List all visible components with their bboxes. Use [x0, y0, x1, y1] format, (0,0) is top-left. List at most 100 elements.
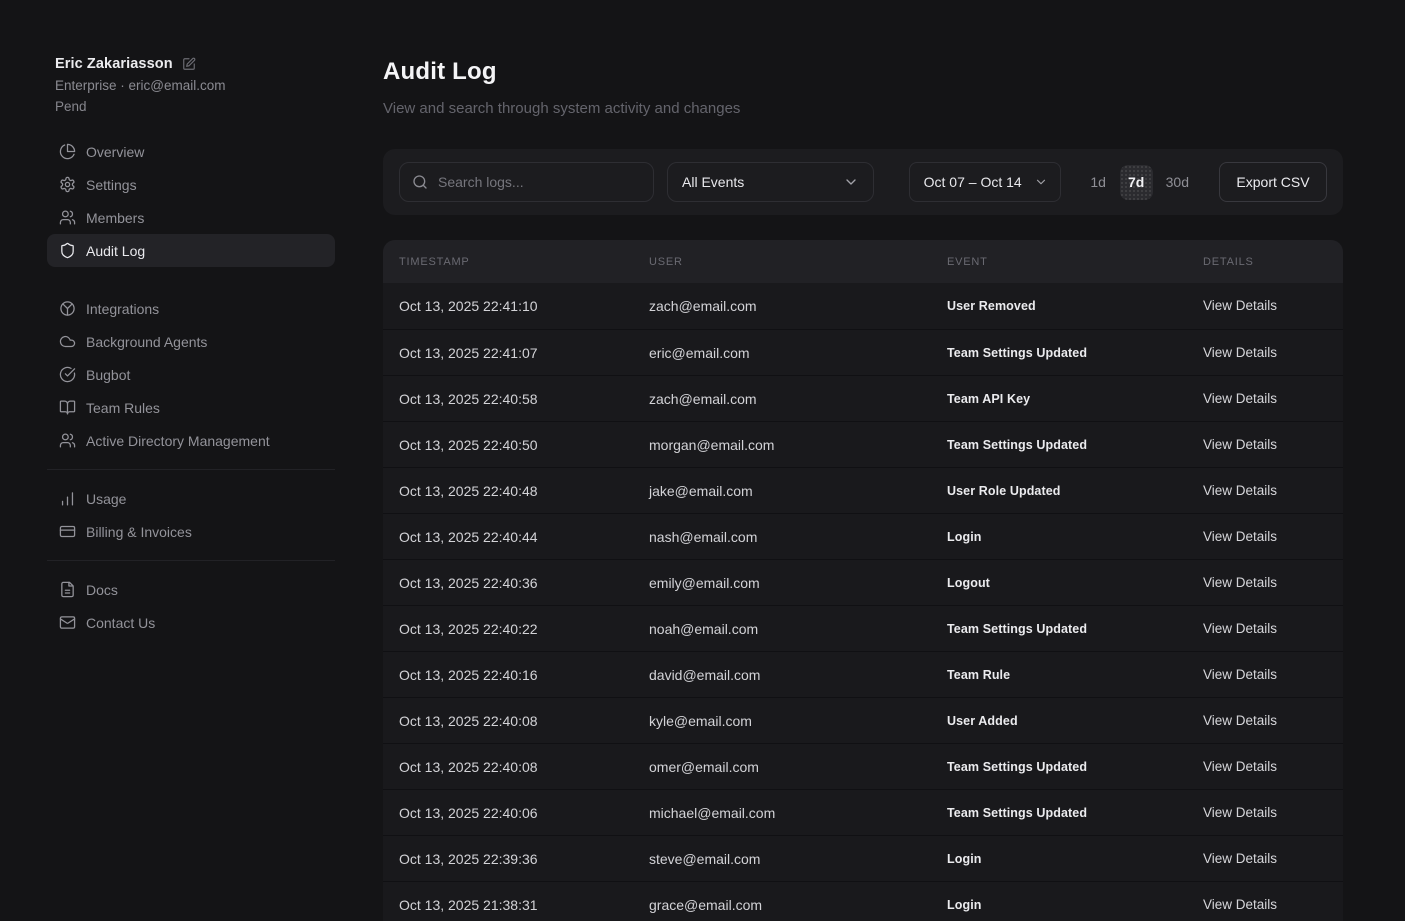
sidebar-item-audit-log[interactable]: Audit Log: [47, 234, 335, 267]
page-subtitle: View and search through system activity …: [383, 100, 1343, 118]
table-row: Oct 13, 2025 22:40:06 michael@email.com …: [383, 789, 1343, 835]
user-cell: zach@email.com: [649, 391, 947, 407]
details-cell: View Details: [1203, 850, 1343, 868]
date-range-select[interactable]: Oct 07 – Oct 14: [909, 162, 1061, 202]
table-row: Oct 13, 2025 22:41:10 zach@email.com Use…: [383, 283, 1343, 329]
view-details-link[interactable]: View Details: [1203, 851, 1277, 866]
edit-icon[interactable]: [182, 57, 196, 71]
nav-primary: Overview Settings Members Audit Log: [47, 135, 335, 267]
sphere-icon: [59, 300, 76, 317]
gear-icon: [59, 176, 76, 193]
view-details-link[interactable]: View Details: [1203, 391, 1277, 406]
table-row: Oct 13, 2025 22:40:48 jake@email.com Use…: [383, 467, 1343, 513]
view-details-link[interactable]: View Details: [1203, 345, 1277, 360]
event-cell: User Role Updated: [947, 484, 1203, 498]
timestamp-cell: Oct 13, 2025 21:38:31: [383, 897, 649, 913]
table-row: Oct 13, 2025 22:40:16 david@email.com Te…: [383, 651, 1343, 697]
view-details-link[interactable]: View Details: [1203, 805, 1277, 820]
user-cell: grace@email.com: [649, 897, 947, 913]
timestamp-cell: Oct 13, 2025 22:40:44: [383, 529, 649, 545]
sidebar-item-docs[interactable]: Docs: [47, 573, 335, 606]
sidebar-item-bugbot[interactable]: Bugbot: [47, 358, 335, 391]
sidebar-item-overview[interactable]: Overview: [47, 135, 335, 168]
table-row: Oct 13, 2025 22:40:50 morgan@email.com T…: [383, 421, 1343, 467]
timestamp-cell: Oct 13, 2025 22:40:50: [383, 437, 649, 453]
nav-billing: Usage Billing & Invoices: [47, 482, 335, 548]
table-row: Oct 13, 2025 22:40:44 nash@email.com Log…: [383, 513, 1343, 559]
details-cell: View Details: [1203, 482, 1343, 500]
date-range-value: Oct 07 – Oct 14: [924, 174, 1022, 190]
event-cell: Team API Key: [947, 392, 1203, 406]
sidebar-divider: [47, 469, 335, 470]
table-row: Oct 13, 2025 22:40:36 emily@email.com Lo…: [383, 559, 1343, 605]
cloud-icon: [59, 333, 76, 350]
event-cell: Logout: [947, 576, 1203, 590]
table-row: Oct 13, 2025 22:40:58 zach@email.com Tea…: [383, 375, 1343, 421]
event-cell: Login: [947, 898, 1203, 912]
user-cell: jake@email.com: [649, 483, 947, 499]
sidebar-item-members[interactable]: Members: [47, 201, 335, 234]
sidebar-item-team-rules[interactable]: Team Rules: [47, 391, 335, 424]
file-text-icon: [59, 581, 76, 598]
credit-card-icon: [59, 523, 76, 540]
range-button-7d[interactable]: 7d: [1120, 165, 1153, 200]
table-body: Oct 13, 2025 22:41:10 zach@email.com Use…: [383, 283, 1343, 921]
column-header-timestamp: Timestamp: [383, 256, 649, 268]
sidebar-item-contact-us[interactable]: Contact Us: [47, 606, 335, 639]
search-box[interactable]: [399, 162, 654, 202]
view-details-link[interactable]: View Details: [1203, 713, 1277, 728]
event-filter-select[interactable]: All Events: [667, 162, 874, 202]
book-open-icon: [59, 399, 76, 416]
table-row: Oct 13, 2025 22:39:36 steve@email.com Lo…: [383, 835, 1343, 881]
view-details-link[interactable]: View Details: [1203, 575, 1277, 590]
sidebar-item-billing-invoices[interactable]: Billing & Invoices: [47, 515, 335, 548]
user-cell: steve@email.com: [649, 851, 947, 867]
sidebar-divider: [47, 560, 335, 561]
event-cell: Team Settings Updated: [947, 346, 1203, 360]
export-csv-button[interactable]: Export CSV: [1219, 162, 1327, 202]
sidebar-item-integrations[interactable]: Integrations: [47, 292, 335, 325]
event-cell: Login: [947, 852, 1203, 866]
view-details-link[interactable]: View Details: [1203, 437, 1277, 452]
details-cell: View Details: [1203, 666, 1343, 684]
column-header-user: User: [649, 256, 947, 268]
event-cell: User Removed: [947, 299, 1203, 313]
sidebar-item-active-directory-management[interactable]: Active Directory Management: [47, 424, 335, 457]
view-details-link[interactable]: View Details: [1203, 621, 1277, 636]
user-cell: zach@email.com: [649, 298, 947, 314]
view-details-link[interactable]: View Details: [1203, 667, 1277, 682]
details-cell: View Details: [1203, 804, 1343, 822]
chevron-down-icon: [1034, 175, 1048, 189]
user-cell: noah@email.com: [649, 621, 947, 637]
table-row: Oct 13, 2025 22:40:08 omer@email.com Tea…: [383, 743, 1343, 789]
search-icon: [412, 174, 428, 190]
sidebar-item-settings[interactable]: Settings: [47, 168, 335, 201]
user-cell: omer@email.com: [649, 759, 947, 775]
details-cell: View Details: [1203, 896, 1343, 914]
view-details-link[interactable]: View Details: [1203, 298, 1277, 313]
timestamp-cell: Oct 13, 2025 22:40:16: [383, 667, 649, 683]
sidebar-item-background-agents[interactable]: Background Agents: [47, 325, 335, 358]
view-details-link[interactable]: View Details: [1203, 897, 1277, 912]
view-details-link[interactable]: View Details: [1203, 759, 1277, 774]
check-circle-icon: [59, 366, 76, 383]
details-cell: View Details: [1203, 436, 1343, 454]
range-button-1d[interactable]: 1d: [1082, 165, 1115, 200]
user-cell: kyle@email.com: [649, 713, 947, 729]
view-details-link[interactable]: View Details: [1203, 529, 1277, 544]
user-cell: michael@email.com: [649, 805, 947, 821]
toolbar-right-group: Oct 07 – Oct 14 1d7d30d Export CSV: [909, 162, 1327, 202]
shield-icon: [59, 242, 76, 259]
timestamp-cell: Oct 13, 2025 22:40:08: [383, 713, 649, 729]
sidebar-item-usage[interactable]: Usage: [47, 482, 335, 515]
timestamp-cell: Oct 13, 2025 22:40:48: [383, 483, 649, 499]
range-button-30d[interactable]: 30d: [1158, 165, 1197, 200]
user-cell: morgan@email.com: [649, 437, 947, 453]
table-row: Oct 13, 2025 21:38:31 grace@email.com Lo…: [383, 881, 1343, 921]
details-cell: View Details: [1203, 390, 1343, 408]
view-details-link[interactable]: View Details: [1203, 483, 1277, 498]
profile-plan-line: Enterprise · eric@email.com: [55, 77, 383, 95]
search-input[interactable]: [438, 174, 641, 190]
details-cell: View Details: [1203, 758, 1343, 776]
table-row: Oct 13, 2025 22:40:22 noah@email.com Tea…: [383, 605, 1343, 651]
